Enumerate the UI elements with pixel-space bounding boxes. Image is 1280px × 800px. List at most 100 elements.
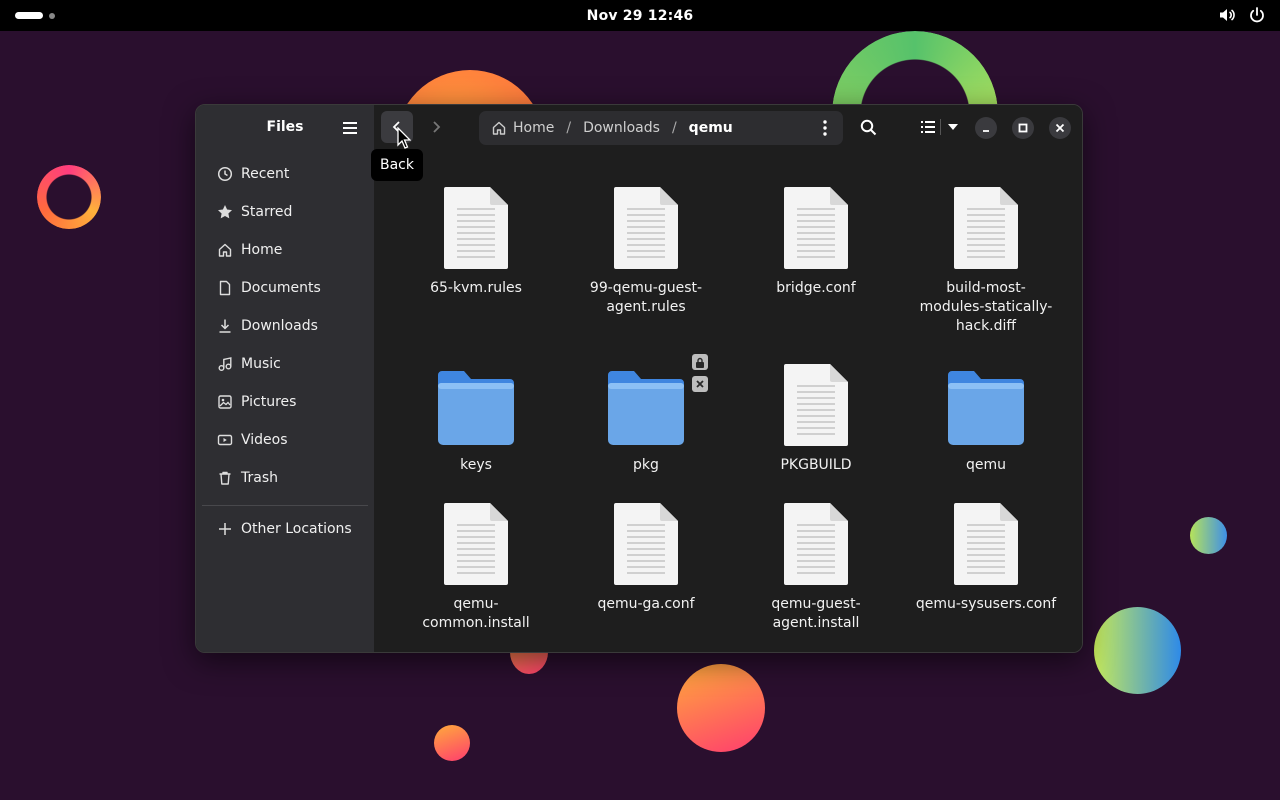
main-content: Home / Downloads / qemu 65-kvm.rules 99-… (374, 105, 1082, 652)
text-file-icon (401, 180, 551, 270)
plus-icon (216, 520, 234, 538)
file-name-label: PKGBUILD (780, 457, 852, 473)
file-item[interactable]: qemu-guest-agent.install (741, 496, 891, 652)
file-item[interactable]: PKGBUILD (741, 357, 891, 517)
file-name-line: 99-qemu-guest- (589, 280, 703, 296)
text-file-icon (741, 180, 891, 270)
file-name-label: qemu-ga.conf (597, 596, 695, 612)
activities-indicator[interactable] (15, 12, 55, 19)
sidebar-item-pictures[interactable]: Pictures (202, 383, 368, 421)
path-menu-button[interactable] (815, 118, 835, 138)
sidebar-item-label: Trash (241, 470, 278, 486)
star-icon (216, 203, 234, 221)
path-segment-current[interactable]: qemu (689, 120, 733, 136)
path-downloads-label: Downloads (583, 120, 660, 136)
path-separator: / (566, 120, 572, 136)
search-button[interactable] (852, 111, 884, 143)
file-name-line: qemu- (453, 596, 499, 612)
clock-icon (216, 165, 234, 183)
dropdown-arrow-icon (948, 124, 958, 130)
folder-item[interactable]: keys (401, 357, 551, 517)
text-file-icon (401, 496, 551, 586)
picture-icon (216, 393, 234, 411)
folder-icon (401, 357, 551, 447)
close-icon (1055, 123, 1065, 133)
search-icon (860, 119, 876, 135)
sidebar-item-recent[interactable]: Recent (202, 155, 368, 193)
file-item[interactable]: 65-kvm.rules (401, 180, 551, 340)
sidebar-item-label: Music (241, 356, 281, 372)
volume-icon[interactable] (1218, 6, 1236, 24)
sidebar-item-label: Recent (241, 166, 290, 182)
sidebar-item-label: Pictures (241, 394, 297, 410)
file-item[interactable]: 99-qemu-guest-agent.rules (571, 180, 721, 340)
maximize-icon (1018, 123, 1028, 133)
top-bar: Nov 29 12:46 (0, 0, 1280, 31)
text-file-icon (571, 496, 721, 586)
text-file-icon (571, 180, 721, 270)
video-icon (216, 431, 234, 449)
sidebar-item-label: Videos (241, 432, 288, 448)
trash-icon (216, 469, 234, 487)
sidebar-item-downloads[interactable]: Downloads (202, 307, 368, 345)
wallpaper-large-blue-circle (1094, 607, 1181, 694)
path-separator: / (671, 120, 677, 136)
wallpaper-ring-left (37, 165, 101, 229)
sidebar-item-home[interactable]: Home (202, 231, 368, 269)
list-view-icon (921, 121, 935, 133)
file-name-label: 65-kvm.rules (430, 280, 522, 296)
wallpaper-pink-circle (677, 664, 765, 752)
file-name-line: agent.rules (606, 299, 686, 315)
file-name-line: modules-statically- (919, 299, 1053, 315)
file-name-line: agent.install (772, 615, 860, 631)
sidebar-item-other-locations[interactable]: Other Locations (202, 510, 368, 548)
file-name-label: 99-qemu-guest-agent.rules (571, 279, 721, 317)
file-item[interactable]: bridge.conf (741, 180, 891, 340)
path-bar: Home / Downloads / qemu (479, 111, 843, 145)
file-item[interactable]: qemu-ga.conf (571, 496, 721, 652)
file-name-line: build-most- (946, 280, 1026, 296)
home-icon (492, 121, 506, 135)
view-options-button[interactable] (942, 111, 964, 143)
folder-item[interactable]: pkg (571, 354, 721, 517)
text-file-icon (741, 496, 891, 586)
clock[interactable]: Nov 29 12:46 (587, 8, 694, 24)
file-name-label: qemu (965, 457, 1006, 473)
mouse-cursor-icon (397, 127, 411, 149)
sidebar-item-label: Other Locations (241, 521, 352, 537)
files-window: Files Recent Starred Home Documents Down… (195, 104, 1083, 653)
text-file-icon (741, 357, 891, 447)
power-icon[interactable] (1248, 6, 1266, 24)
file-item[interactable]: build-most-modules-statically-hack.diff (911, 180, 1061, 340)
system-tray[interactable] (1218, 6, 1266, 24)
text-file-icon (911, 496, 1061, 586)
file-name-label: keys (460, 457, 492, 473)
file-name-label: qemu-sysusers.conf (915, 596, 1057, 612)
maximize-button[interactable] (1012, 117, 1034, 139)
sidebar-item-starred[interactable]: Starred (202, 193, 368, 231)
view-divider (940, 119, 941, 135)
file-name-line: qemu-guest- (771, 596, 861, 612)
sidebar-item-trash[interactable]: Trash (202, 459, 368, 497)
file-item[interactable]: qemu-sysusers.conf (911, 496, 1061, 652)
sidebar-places: Recent Starred Home Documents Downloads … (202, 155, 368, 497)
folder-item[interactable]: qemu (911, 357, 1061, 517)
minimize-icon (983, 130, 989, 132)
sidebar-item-music[interactable]: Music (202, 345, 368, 383)
hamburger-menu-button[interactable] (338, 118, 362, 138)
sidebar-item-documents[interactable]: Documents (202, 269, 368, 307)
close-button[interactable] (1049, 117, 1071, 139)
path-segment-downloads[interactable]: Downloads (583, 120, 660, 136)
forward-button[interactable] (420, 111, 452, 143)
lock-icon (692, 354, 708, 370)
path-segment-home[interactable]: Home (491, 120, 554, 136)
music-icon (216, 355, 234, 373)
hamburger-icon (343, 122, 357, 134)
minimize-button[interactable] (975, 117, 997, 139)
file-name-line: hack.diff (955, 318, 1017, 334)
sidebar-item-videos[interactable]: Videos (202, 421, 368, 459)
text-file-icon (911, 180, 1061, 270)
wallpaper-small-pink-circle (434, 725, 470, 761)
file-name-line: common.install (422, 615, 530, 631)
file-item[interactable]: qemu-common.install (401, 496, 551, 652)
